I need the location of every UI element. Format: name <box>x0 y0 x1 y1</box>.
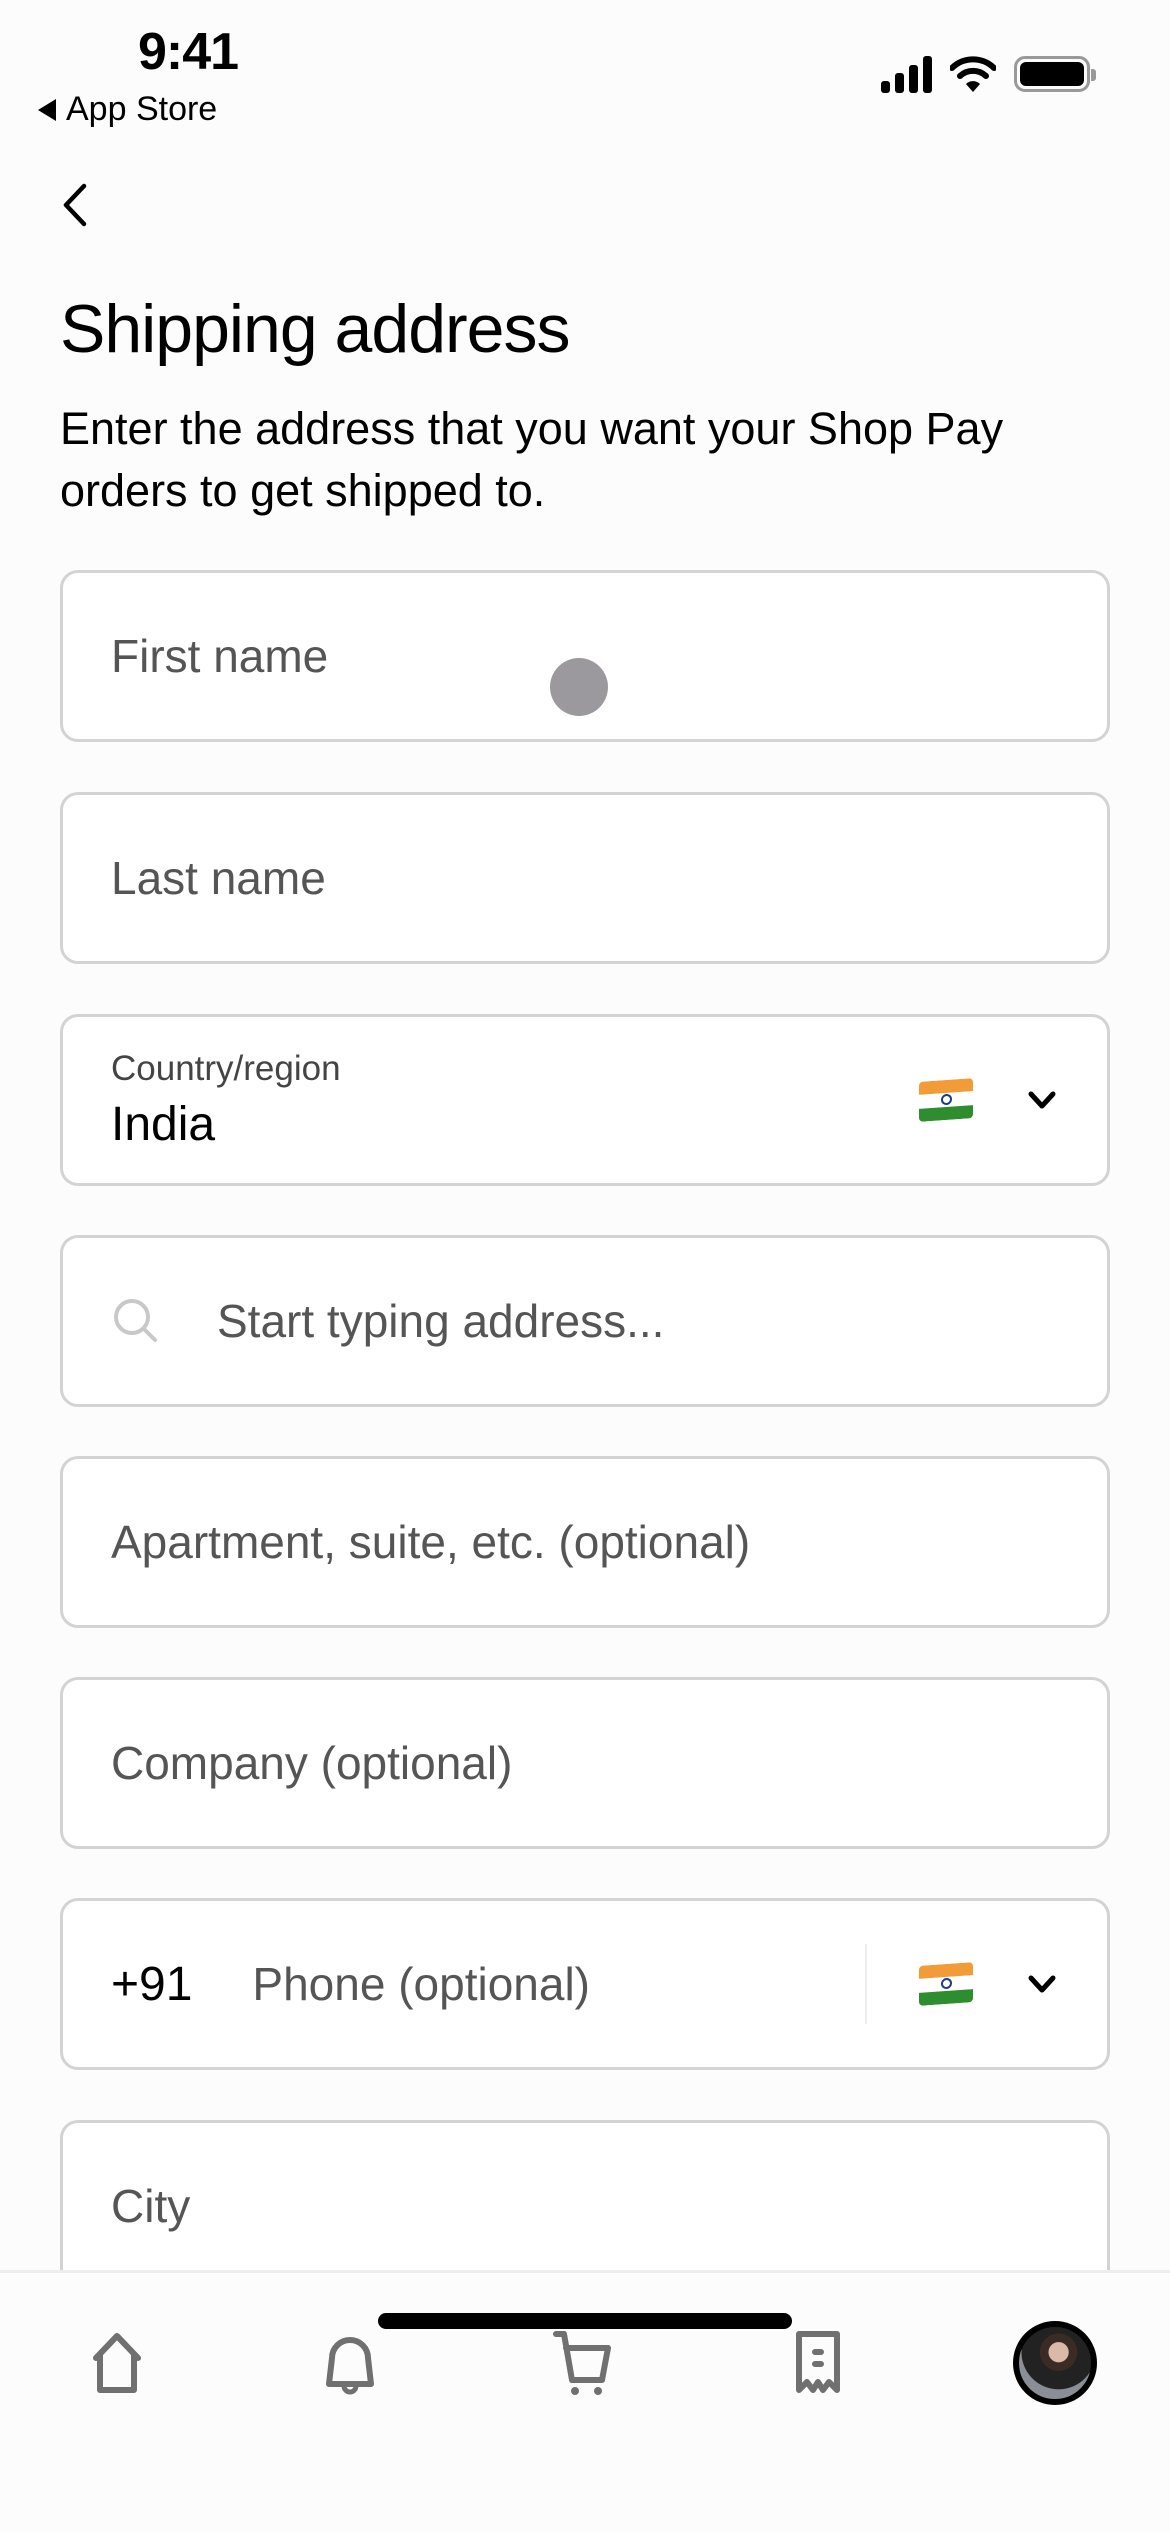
cellular-signal-icon <box>881 55 932 93</box>
city-field[interactable]: City <box>60 2120 1110 2292</box>
city-placeholder: City <box>111 2180 191 2232</box>
tab-profile[interactable] <box>1005 2313 1105 2413</box>
address-search-placeholder: Start typing address... <box>217 1295 665 1347</box>
phone-divider <box>865 1944 867 2024</box>
search-icon <box>114 1299 157 1342</box>
battery-icon <box>1014 56 1096 92</box>
status-time: 9:41 <box>138 23 239 81</box>
page-subtitle: Enter the address that you want your Sho… <box>60 403 1004 516</box>
cart-icon <box>553 2331 611 2395</box>
back-to-app-store[interactable]: App Store <box>38 90 217 129</box>
india-flag-icon <box>919 1078 973 1122</box>
status-bar: 9:41 App Store <box>0 0 1170 140</box>
tab-home[interactable] <box>67 2313 167 2413</box>
touch-indicator <box>550 658 608 716</box>
home-icon <box>93 2333 141 2393</box>
chevron-down-icon <box>1028 1975 1056 1993</box>
page-title: Shipping address <box>60 291 570 367</box>
country-region-value: India <box>111 1097 216 1151</box>
status-icons <box>881 55 1096 93</box>
phone-field[interactable]: +91 Phone (optional) <box>60 1898 1110 2070</box>
tab-bar <box>0 2270 1170 2532</box>
back-app-label: App Store <box>66 90 218 128</box>
bell-icon <box>326 2337 374 2395</box>
phone-country-picker[interactable] <box>919 1962 1059 2006</box>
back-triangle-icon <box>38 98 56 121</box>
last-name-field[interactable]: Last name <box>60 792 1110 964</box>
last-name-placeholder: Last name <box>111 852 326 904</box>
chevron-down-icon <box>1028 1091 1056 1109</box>
apartment-placeholder: Apartment, suite, etc. (optional) <box>111 1516 751 1568</box>
home-indicator[interactable] <box>378 2313 792 2329</box>
india-flag-icon <box>919 1962 973 2006</box>
company-field[interactable]: Company (optional) <box>60 1677 1110 1849</box>
receipt-icon <box>796 2331 840 2393</box>
first-name-placeholder: First name <box>111 630 329 682</box>
address-search-input[interactable]: Start typing address... <box>60 1235 1110 1407</box>
wifi-icon <box>950 56 996 92</box>
country-region-label: Country/region <box>111 1048 341 1088</box>
avatar <box>1013 2321 1097 2405</box>
apartment-field[interactable]: Apartment, suite, etc. (optional) <box>60 1456 1110 1628</box>
chevron-left-icon[interactable] <box>52 180 102 230</box>
first-name-field[interactable]: First name <box>60 570 1110 742</box>
phone-country-code: +91 <box>111 1957 193 2011</box>
company-placeholder: Company (optional) <box>111 1737 513 1789</box>
phone-placeholder: Phone (optional) <box>252 1958 590 2010</box>
country-region-select[interactable]: Country/region India <box>60 1014 1110 1186</box>
